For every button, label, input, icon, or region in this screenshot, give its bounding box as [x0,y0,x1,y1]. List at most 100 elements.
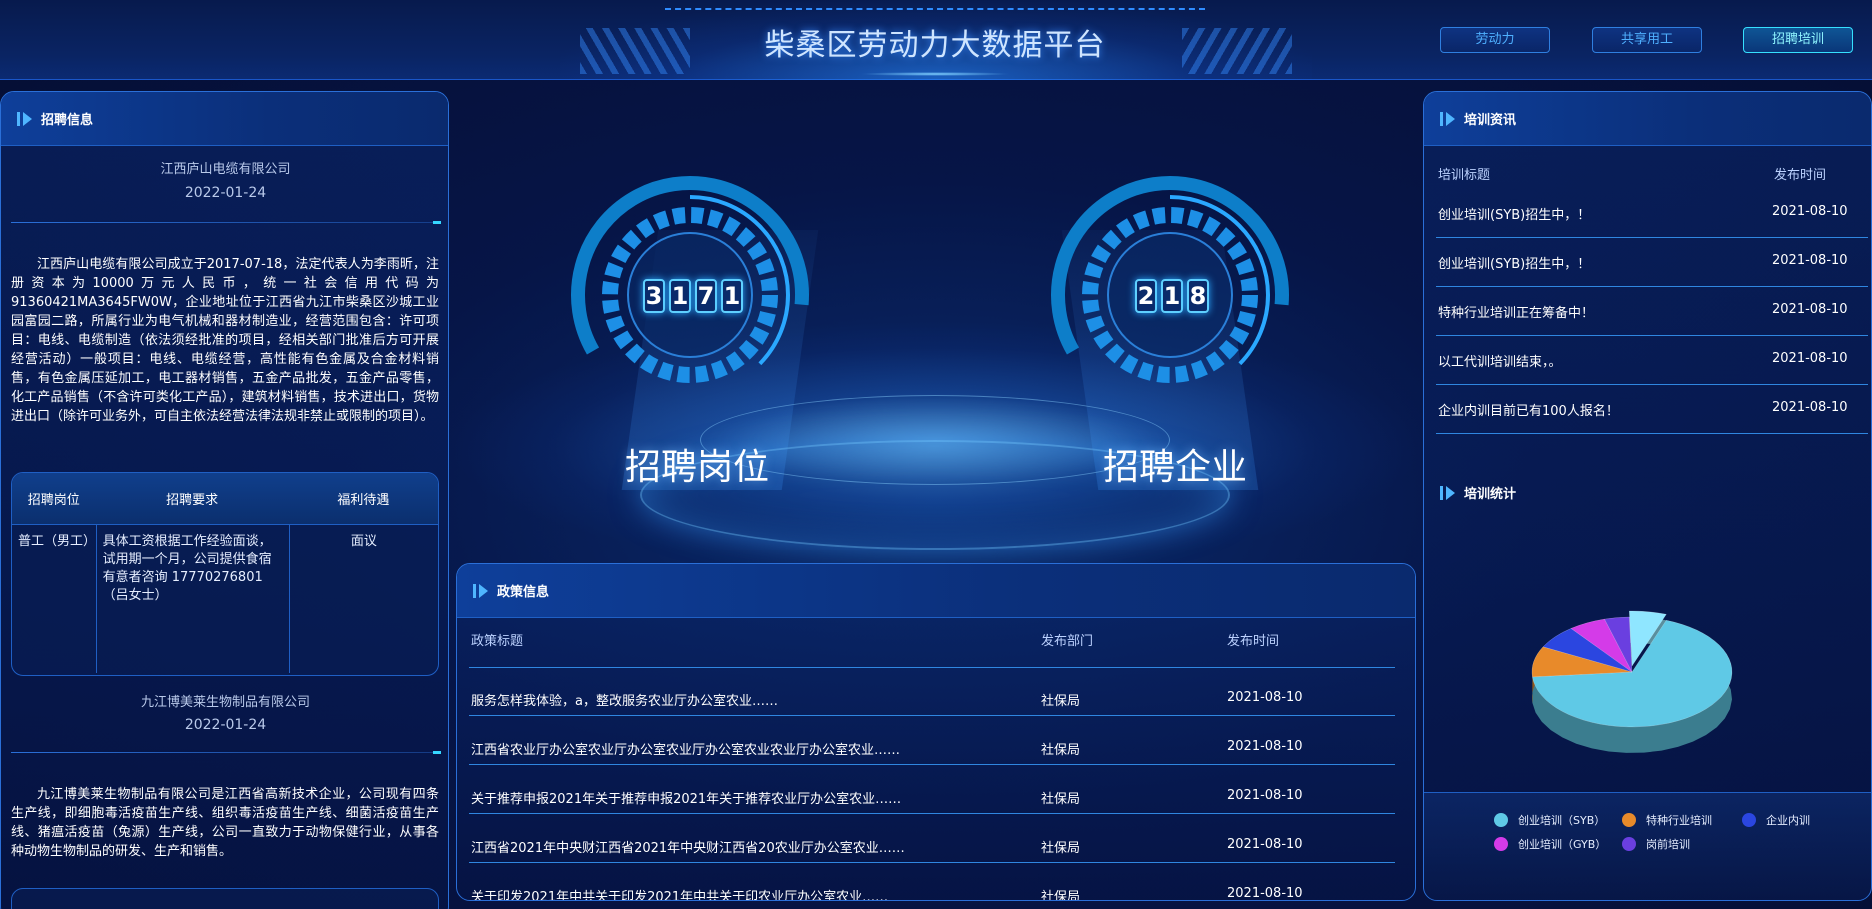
recruit-panel: 招聘信息 江西庐山电缆有限公司 2022-01-24 江西庐山电缆有限公司成立于… [0,91,449,909]
legend-label: 创业培训（GYB） [1518,838,1607,851]
legend-item[interactable]: 创业培训（GYB） [1494,836,1606,852]
training-date: 2021-08-10 [1772,302,1848,317]
legend-swatch [1742,813,1756,827]
training-date: 2021-08-10 [1772,400,1848,415]
header-bar: 柴桑区劳动力大数据平台 劳动力 共享用工 招聘培训 [0,0,1872,80]
legend-item[interactable]: 企业内训 [1742,812,1810,828]
table-row[interactable]: 江西省农业厅办公室农业厅办公室农业厅办公室农业农业厅办公室农业…… 社保局 20… [469,717,1395,765]
policy-dept: 社保局 [1041,841,1081,856]
digit: 1 [721,279,743,313]
job-col-requirement: 招聘要求 [166,493,219,508]
legend-swatch [1494,813,1508,827]
legend-item[interactable]: 岗前培训 [1622,836,1690,852]
digit: 3 [643,279,665,313]
table-row[interactable]: 以工代训培训结束，。 2021-08-10 [1436,337,1868,385]
policy-dept: 社保局 [1041,890,1081,901]
training-panel-header: 培训资讯 [1424,92,1871,146]
digit: 8 [1187,279,1209,313]
stats-header: 培训统计 [1440,483,1517,502]
policy-dept: 社保局 [1041,792,1081,807]
policy-panel-header: 政策信息 [457,564,1415,618]
table-row[interactable]: 服务怎样我体验，a，整改服务农业厅办公室农业…… 社保局 2021-08-10 [469,668,1395,716]
stats-panel-title: 培训统计 [1464,487,1517,502]
nav-shared-employment[interactable]: 共享用工 [1592,27,1702,53]
digit: 1 [1161,279,1183,313]
companies-digits: 2 1 8 [1135,279,1209,313]
triangle-icon [473,583,488,598]
policy-title: 服务怎样我体验，a，整改服务农业厅办公室农业…… [471,694,778,709]
separator [11,751,441,754]
companies-label: 招聘企业 [1102,447,1247,488]
legend-label: 企业内训 [1766,814,1810,827]
policy-date: 2021-08-10 [1227,739,1303,754]
table-row[interactable]: 企业内训目前已有100人报名！ 2021-08-10 [1436,386,1868,434]
policy-title: 江西省农业厅办公室农业厅办公室农业厅办公室农业农业厅办公室农业…… [471,743,901,758]
nav-labor[interactable]: 劳动力 [1440,27,1550,53]
job-requirement: 具体工资根据工作经验面谈，试用期一个月，公司提供食宿 有意者咨询 1777027… [95,525,289,673]
job-position: 普工（男工） [18,534,97,549]
job-table [11,888,439,909]
table-row[interactable]: 特种行业培训正在筹备中！ 2021-08-10 [1436,288,1868,336]
positions-digits: 3 1 7 1 [643,279,743,313]
header-underline [860,72,1010,76]
training-panel-title: 培训资讯 [1464,113,1517,128]
job-table: 招聘岗位 招聘要求 福利待遇 普工（男工） 具体工资根据工作经验面谈，试用期一个… [11,472,439,676]
company-name[interactable]: 江西庐山电缆有限公司 [1,158,448,177]
positions-label: 招聘岗位 [624,447,769,488]
job-col-benefits: 福利待遇 [337,493,390,508]
legend-swatch [1622,813,1636,827]
table-row[interactable]: 关于推荐申报2021年关于推荐申报2021年关于推荐农业厅办公室农业…… 社保局… [469,766,1395,814]
legend-item[interactable]: 特种行业培训 [1622,812,1712,828]
job-requirement-line: 具体工资根据工作经验面谈，试用期一个月，公司提供食宿 [102,534,272,567]
training-date: 2021-08-10 [1772,253,1848,268]
policy-title: 关于印发2021年中共关于印发2021年中共关于印农业厅办公室农业…… [471,890,889,901]
triangle-icon [17,111,32,126]
policy-title: 江西省2021年中央财江西省2021年中央财江西省20农业厅办公室农业…… [471,841,905,856]
table-row[interactable]: 关于印发2021年中共关于印发2021年中共关于印农业厅办公室农业…… 社保局 … [469,864,1395,901]
separator [11,221,441,224]
policy-title: 关于推荐申报2021年关于推荐申报2021年关于推荐农业厅办公室农业…… [471,792,902,807]
legend-swatch [1494,837,1508,851]
training-title: 企业内训目前已有100人报名！ [1438,404,1619,419]
policy-dept: 社保局 [1041,694,1081,709]
legend-item[interactable]: 创业培训（SYB） [1494,812,1605,828]
policy-panel-title: 政策信息 [497,585,550,600]
policy-date: 2021-08-10 [1227,837,1303,852]
training-date: 2021-08-10 [1772,204,1848,219]
header-stripes-right [1182,28,1292,74]
training-pie-chart [1531,610,1733,753]
company-description: 九江博美莱生物制品有限公司是江西省高新技术企业，公司现有四条生产线，即细胞毒活疫… [11,787,439,859]
legend-label: 创业培训（SYB） [1518,814,1606,827]
job-requirement-contact: 有意者咨询 17770276801（吕女士） [102,570,263,603]
nav-recruit-training[interactable]: 招聘培训 [1743,27,1853,53]
job-col-position: 招聘岗位 [27,493,80,508]
legend-label: 岗前培训 [1646,838,1690,851]
recruit-panel-title: 招聘信息 [41,113,94,128]
training-title: 创业培训(SYB)招生中，！ [1438,257,1591,272]
triangle-icon [1440,111,1455,126]
training-panel: 培训资讯 培训标题 发布时间 创业培训(SYB)招生中，！ 2021-08-10… [1423,91,1872,901]
digit: 7 [695,279,717,313]
table-row[interactable]: 创业培训(SYB)招生中，！ 2021-08-10 [1436,239,1868,287]
training-col-date: 发布时间 [1774,168,1827,183]
job-table-row: 普工（男工） 具体工资根据工作经验面谈，试用期一个月，公司提供食宿 有意者咨询 … [12,525,438,673]
legend-swatch [1622,837,1636,851]
training-title: 以工代训培训结束，。 [1438,355,1562,370]
company-name[interactable]: 九江博美莱生物制品有限公司 [1,691,448,710]
table-row[interactable]: 创业培训(SYB)招生中，！ 2021-08-10 [1436,190,1868,238]
table-row[interactable]: 江西省2021年中央财江西省2021年中央财江西省20农业厅办公室农业…… 社保… [469,815,1395,863]
policy-dept: 社保局 [1041,743,1081,758]
training-date: 2021-08-10 [1772,351,1848,366]
page-title: 柴桑区劳动力大数据平台 [764,28,1106,63]
company-description: 江西庐山电缆有限公司成立于2017-07-18，法定代表人为李雨昕，注册资本为1… [11,257,439,424]
policy-row-partial [469,628,1395,668]
policy-date: 2021-08-10 [1227,690,1303,705]
policy-panel: 政策信息 政策标题 发布部门 发布时间 服务怎样我体验，a，整改服务农业厅办公室… [456,563,1416,901]
legend-label: 特种行业培训 [1646,814,1712,827]
company-date: 2022-01-24 [184,717,267,733]
triangle-icon [1440,485,1455,500]
training-title: 特种行业培训正在筹备中！ [1438,306,1595,321]
job-benefits: 面议 [288,525,438,673]
digit: 2 [1135,279,1157,313]
job-table-header: 招聘岗位 招聘要求 福利待遇 [12,473,438,525]
